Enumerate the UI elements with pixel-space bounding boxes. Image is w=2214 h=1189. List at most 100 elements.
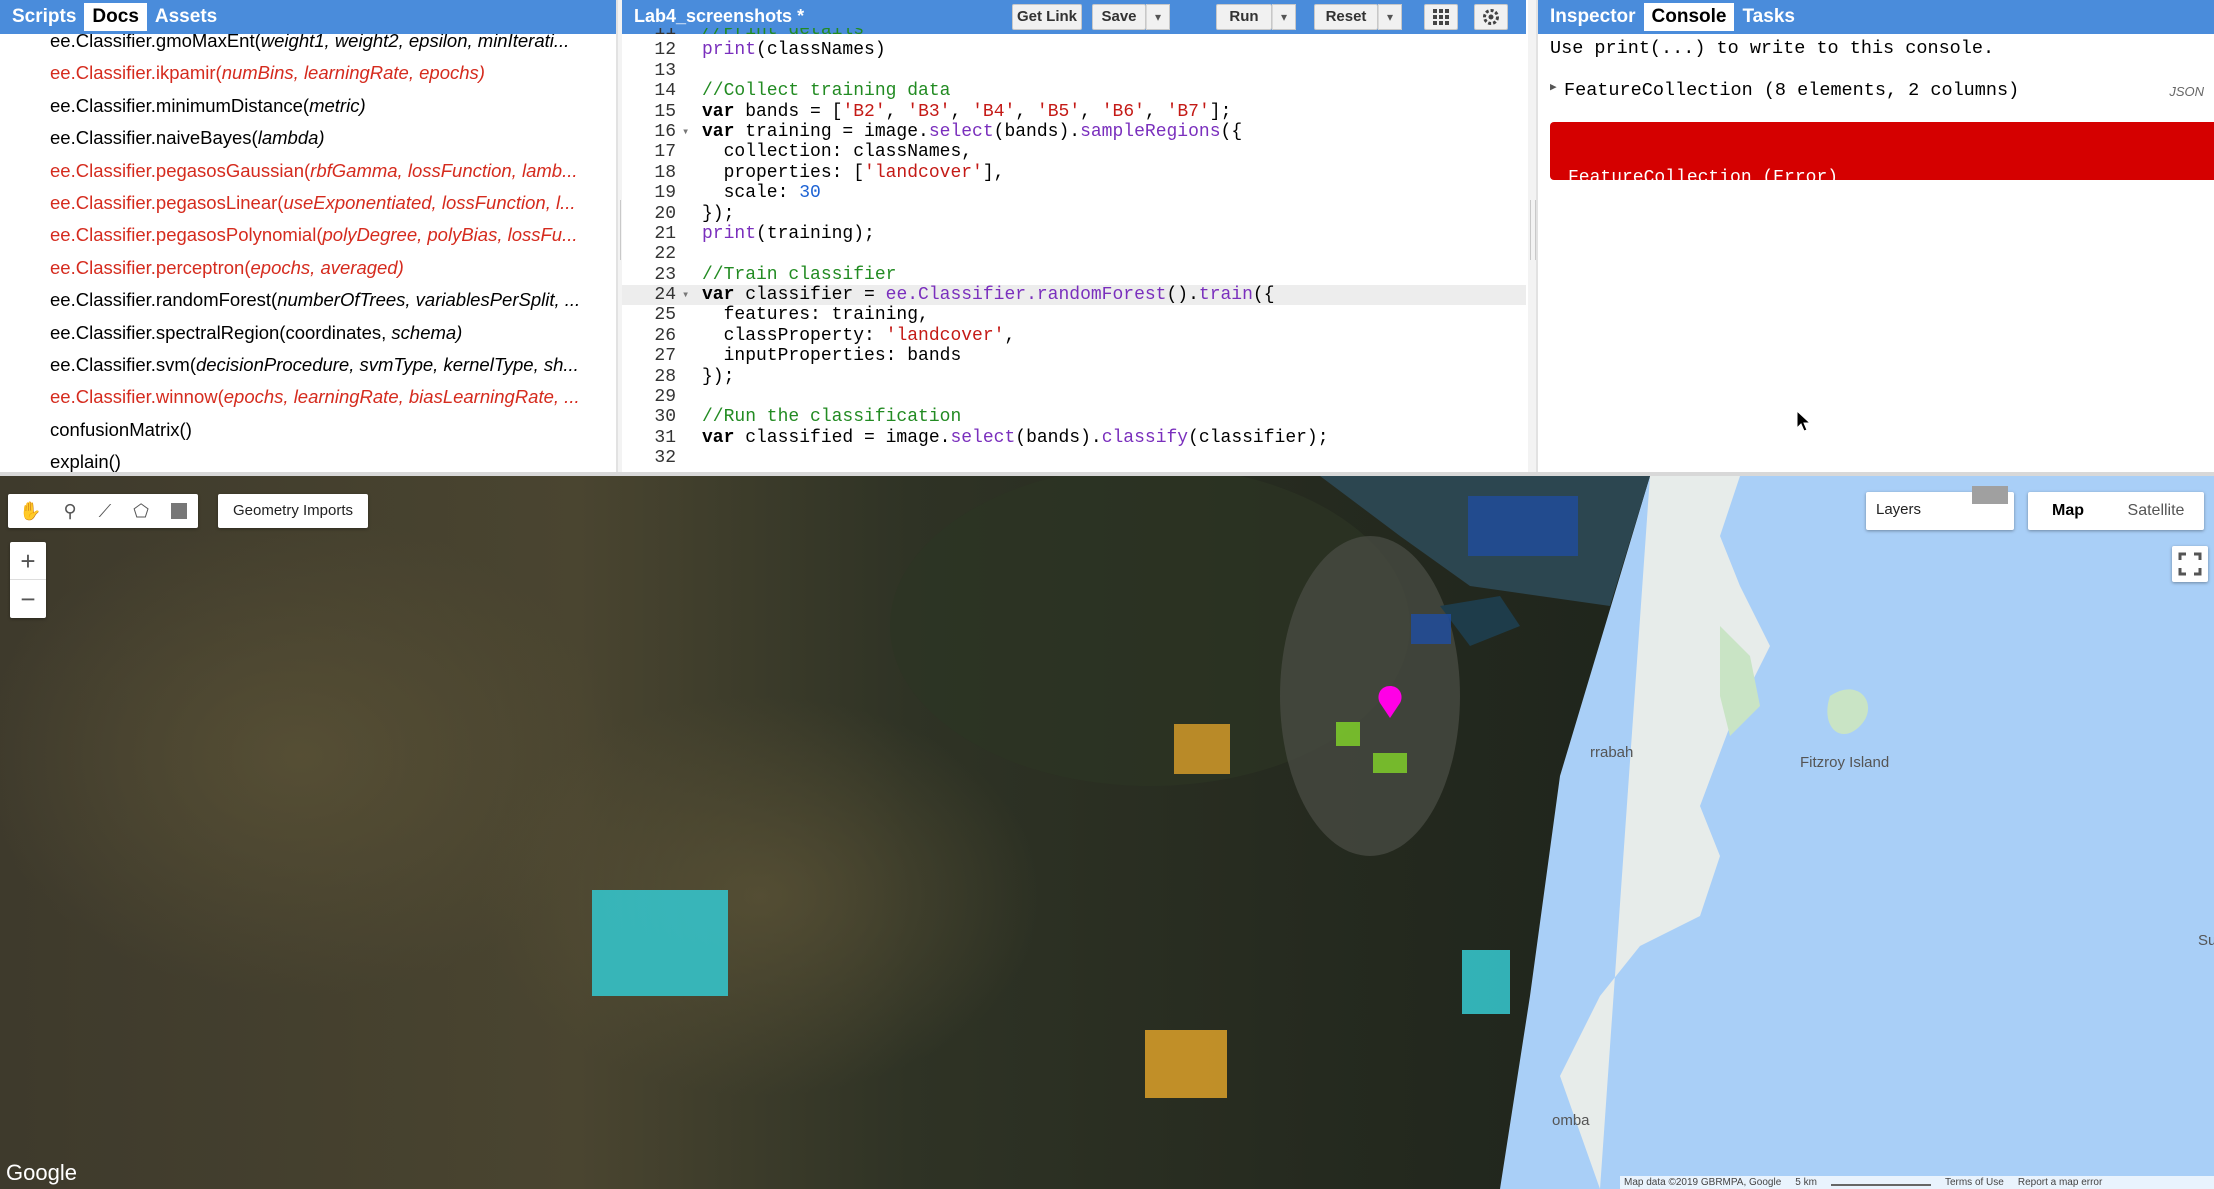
polygon-draw-icon[interactable]: ⬠ [133,501,149,522]
code-line[interactable]: 31 var classified = image.select(bands).c… [622,428,1526,448]
code-line[interactable]: 12 print(classNames) [622,40,1526,60]
bare-polygon [1174,724,1230,774]
code-area[interactable]: 11 //Print details 12 print(classNames) 13 14… [622,28,1526,472]
line-number: 22 [654,244,676,265]
doc-item[interactable]: ee.Classifier.ikpamir(numBins, learningR… [0,58,616,90]
code-line[interactable]: 15 var bands = ['B2', 'B3', 'B4', 'B5', '… [622,102,1526,122]
bare-polygon [1145,1030,1227,1098]
code-text: features: training, [702,305,929,326]
doc-item-name: ee.Classifier.pegasosLinear( [50,191,284,213]
code-line[interactable]: 18 properties: ['landcover'], [622,163,1526,183]
error-output: FeatureCollection (Error) Collection que… [1550,122,2214,248]
code-line[interactable]: 30 //Run the classification [622,407,1526,427]
line-draw-icon[interactable]: ⟋ [99,501,112,522]
tab-tasks[interactable]: Tasks [1734,3,1802,31]
code-line[interactable]: 27 inputProperties: bands [622,346,1526,366]
code-line[interactable]: 16 ▾ var training = image.select(bands).sa… [622,122,1526,142]
water-polygon [1468,496,1578,556]
zoom-out-button[interactable]: − [10,580,46,618]
doc-item[interactable]: ee.Classifier.perceptron(epochs, average… [0,253,616,285]
doc-item[interactable]: ee.Classifier.pegasosGaussian(rbfGamma, … [0,156,616,188]
docs-list: ee.Classifier.gmoMaxEnt(weight1, weight2… [0,34,616,472]
water-polygon [1411,614,1451,644]
map-label-gordonvale: omba [1552,1112,1590,1129]
tab-scripts[interactable]: Scripts [4,3,84,31]
map-label-yarrabah: rrabah [1590,744,1634,761]
code-line[interactable]: 25 features: training, [622,305,1526,325]
doc-item[interactable]: explain() [0,447,616,472]
pan-hand-icon[interactable]: ✋ [19,501,41,522]
console-panel: Inspector Console Tasks Use print(...) t… [1536,0,2214,472]
code-line[interactable]: 26 classProperty: 'landcover', [622,326,1526,346]
map-type-map-button[interactable]: Map [2028,492,2108,530]
reset-button[interactable]: Reset [1314,4,1378,30]
settings-gear-icon[interactable] [1474,4,1508,30]
json-button[interactable]: JSON [2169,84,2204,99]
reset-dropdown-icon[interactable]: ▾ [1378,4,1402,30]
line-number: 14 [654,81,676,102]
code-line[interactable]: 28}); [622,367,1526,387]
urban-polygon [1373,753,1407,773]
doc-item-args: epochs, learningRate, biasLearningRate, … [223,386,580,408]
doc-item[interactable]: ee.Classifier.gmoMaxEnt(weight1, weight2… [0,34,616,58]
doc-item-name: explain() [50,451,121,472]
get-link-button[interactable]: Get Link [1012,4,1082,30]
code-line[interactable]: 29 [622,387,1526,407]
doc-item-name: ee.Classifier.randomForest( [50,289,278,311]
feature-collection-output[interactable]: FeatureCollection (8 elements, 2 columns… [1564,80,2019,101]
code-line[interactable]: 22 [622,244,1526,264]
tab-assets[interactable]: Assets [147,3,225,31]
geometry-imports-button[interactable]: Geometry Imports [218,494,368,528]
save-button[interactable]: Save [1092,4,1146,30]
map-type-satellite-button[interactable]: Satellite [2108,492,2204,530]
right-panel-tabs: Inspector Console Tasks [1538,0,2214,34]
fullscreen-icon[interactable] [2172,546,2208,582]
fold-arrow-icon[interactable]: ▾ [682,285,689,305]
code-line[interactable]: 23 //Train classifier [622,265,1526,285]
tab-inspector[interactable]: Inspector [1542,3,1644,31]
save-dropdown-icon[interactable]: ▾ [1146,4,1170,30]
point-marker-icon[interactable]: ⚲ [63,501,76,522]
console-splitter[interactable] [1528,0,1536,472]
code-line[interactable]: 19 scale: 30 [622,183,1526,203]
line-number: 21 [654,223,676,244]
code-line[interactable]: 13 [622,61,1526,81]
line-number: 28 [654,366,676,387]
map-attribution: Map data ©2019 GBRMPA, Google 5 km Terms… [1620,1176,2214,1189]
doc-item[interactable]: ee.Classifier.spectralRegion(coordinates… [0,318,616,350]
rectangle-draw-icon[interactable] [170,503,187,519]
doc-item[interactable]: confusionMatrix() [0,415,616,447]
code-text: //Collect training data [702,81,951,102]
tab-docs[interactable]: Docs [84,3,147,31]
code-line[interactable]: 14 //Collect training data [622,81,1526,101]
code-line[interactable]: 17 collection: classNames, [622,142,1526,162]
terms-link[interactable]: Terms of Use [1945,1177,2004,1188]
doc-item[interactable]: ee.Classifier.randomForest(numberOfTrees… [0,285,616,317]
report-map-error-link[interactable]: Report a map error [2018,1177,2102,1188]
line-number: 12 [654,40,676,61]
code-line[interactable]: 20}); [622,204,1526,224]
line-number: 26 [654,325,676,346]
run-dropdown-icon[interactable]: ▾ [1272,4,1296,30]
layers-control[interactable]: Layers [1866,486,2014,530]
apps-grid-icon[interactable] [1424,4,1458,30]
run-button[interactable]: Run [1216,4,1272,30]
code-line[interactable]: 11 //Print details [622,28,1526,40]
tab-console[interactable]: Console [1643,3,1735,31]
code-line[interactable]: 21 print(training); [622,224,1526,244]
fold-arrow-icon[interactable]: ▾ [682,122,689,142]
doc-item[interactable]: ee.Classifier.pegasosPolynomial(polyDegr… [0,220,616,252]
doc-item[interactable]: ee.Classifier.svm(decisionProcedure, svm… [0,350,616,382]
doc-item[interactable]: ee.Classifier.naiveBayes(lambda) [0,123,616,155]
layer-opacity-slider[interactable] [1972,486,2008,504]
doc-item[interactable]: ee.Classifier.pegasosLinear(useExponenti… [0,188,616,220]
doc-item-args: numBins, learningRate, epochs) [221,62,485,84]
zoom-in-button[interactable]: + [10,542,46,580]
code-text: //Train classifier [702,264,897,285]
doc-item[interactable]: ee.Classifier.winnow(epochs, learningRat… [0,382,616,414]
code-line[interactable]: 24 ▾ var classifier = ee.Classifier.random… [622,285,1526,306]
code-line[interactable]: 32 [622,448,1526,468]
doc-item[interactable]: ee.Classifier.minimumDistance(metric) [0,91,616,123]
map-view[interactable]: rrabah Fitzroy Island omba Su ✋ ⚲ ⟋ ⬠ Ge… [0,476,2214,1189]
expand-arrow-icon[interactable]: ▶ [1550,80,1557,94]
